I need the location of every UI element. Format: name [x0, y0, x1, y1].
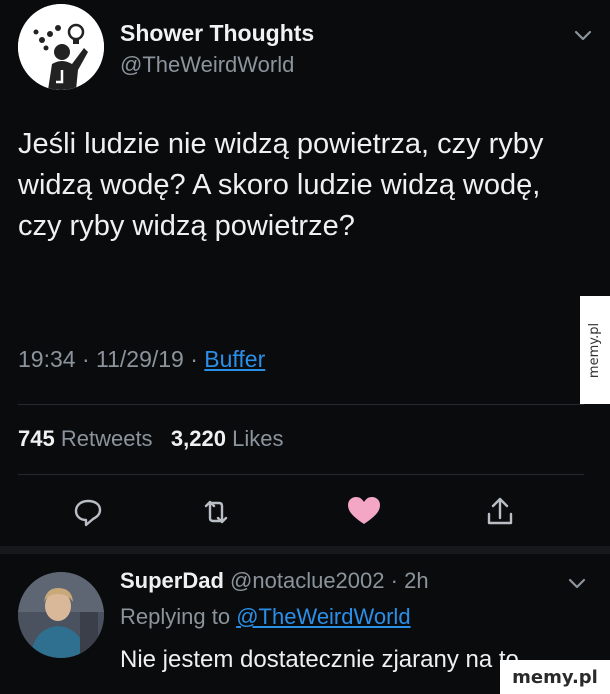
reply-avatar[interactable] — [18, 572, 104, 658]
replying-handle-link[interactable]: @TheWeirdWorld — [236, 604, 410, 629]
retweets-label[interactable]: Retweets — [61, 426, 153, 451]
retweet-icon[interactable] — [194, 490, 238, 534]
reply-handle[interactable]: @notaclue2002 — [230, 568, 384, 593]
meta-separator: · — [190, 346, 205, 372]
profile-avatar[interactable] — [18, 4, 104, 90]
like-heart-icon[interactable] — [342, 490, 386, 534]
meta-separator: · — [390, 568, 405, 593]
tweet-stats: 745 Retweets 3,220 Likes — [18, 426, 283, 452]
tweet-source-link[interactable]: Buffer — [204, 346, 265, 372]
tweet-action-bar — [0, 490, 610, 534]
reply-display-name[interactable]: SuperDad — [120, 568, 224, 593]
meta-separator: · — [81, 346, 97, 372]
share-icon[interactable] — [478, 490, 522, 534]
tweet-header: Shower Thoughts @TheWeirdWorld — [18, 4, 598, 94]
tweet-time: 19:34 — [18, 346, 76, 372]
section-divider — [0, 546, 610, 554]
likes-label[interactable]: Likes — [232, 426, 283, 451]
side-watermark-text: memy.pl — [587, 322, 603, 378]
reply-header: SuperDad @notaclue2002 · 2h — [120, 568, 429, 594]
display-name[interactable]: Shower Thoughts — [120, 20, 314, 47]
reply-age: 2h — [404, 568, 429, 593]
divider — [18, 404, 584, 405]
user-handle[interactable]: @TheWeirdWorld — [120, 52, 294, 78]
person-avatar-icon — [18, 572, 104, 658]
chevron-down-icon[interactable] — [572, 24, 594, 46]
retweets-count[interactable]: 745 — [18, 426, 55, 451]
side-watermark: memy.pl — [580, 296, 610, 404]
corner-watermark: memy.pl — [500, 660, 610, 694]
reply-icon[interactable] — [66, 490, 110, 534]
chevron-down-icon[interactable] — [566, 572, 588, 594]
divider — [18, 474, 584, 475]
shower-person-icon — [18, 4, 104, 90]
replying-to: Replying to @TheWeirdWorld — [120, 604, 411, 630]
replying-label: Replying to — [120, 604, 231, 629]
likes-count[interactable]: 3,220 — [171, 426, 226, 451]
tweet-text: Jeśli ludzie nie widzą powietrza, czy ry… — [18, 128, 544, 242]
tweet-meta: 19:34 · 11/29/19 · Buffer — [18, 346, 265, 373]
tweet-date: 11/29/19 — [96, 346, 184, 372]
